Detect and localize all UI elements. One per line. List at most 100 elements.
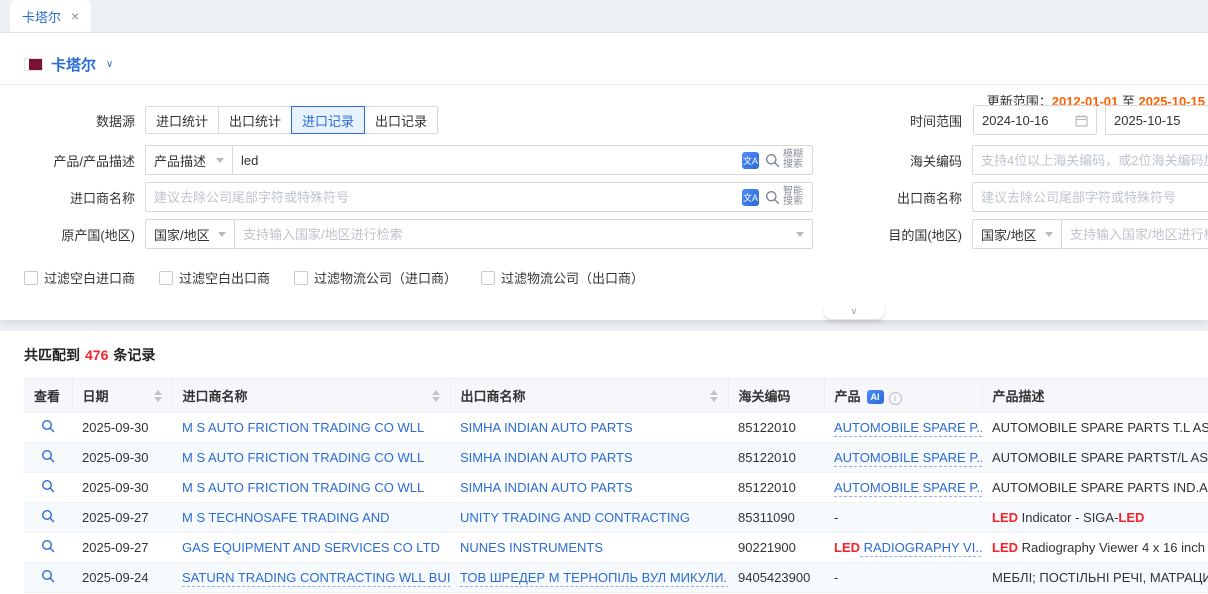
product-cell-text: - bbox=[834, 510, 838, 525]
chevron-down-icon[interactable]: ∨ bbox=[106, 59, 113, 70]
product-cell-text[interactable]: AUTOMOBILE SPARE P... bbox=[834, 450, 982, 467]
origin-label: 原产国(地区) bbox=[24, 225, 135, 244]
importer-link[interactable]: M S AUTO FRICTION TRADING CO WLL bbox=[182, 420, 424, 435]
exporter-link[interactable]: SIMHA INDIAN AUTO PARTS bbox=[460, 420, 633, 435]
exporter-link[interactable]: SIMHA INDIAN AUTO PARTS bbox=[460, 450, 633, 465]
importer-link[interactable]: GAS EQUIPMENT AND SERVICES CO LTD bbox=[182, 540, 440, 555]
hs-code-cell: 9405423900 bbox=[728, 563, 824, 593]
sort-carets-icon[interactable] bbox=[710, 386, 718, 406]
checkbox-label: 过滤物流公司（进口商） bbox=[314, 268, 457, 287]
filter-blank-importer-checkbox[interactable]: 过滤空白进口商 bbox=[24, 268, 135, 287]
exporter-link[interactable]: SIMHA INDIAN AUTO PARTS bbox=[460, 480, 633, 495]
product-cell-text: - bbox=[834, 570, 838, 585]
col-product: 产品AIi bbox=[824, 379, 982, 413]
table-row: 2025-09-27GAS EQUIPMENT AND SERVICES CO … bbox=[24, 533, 1208, 563]
country-header[interactable]: 卡塔尔 ∨ bbox=[24, 49, 113, 79]
source-export-stats-button[interactable]: 出口统计 bbox=[218, 106, 292, 134]
exporter-search-input[interactable] bbox=[981, 190, 1208, 205]
calendar-icon bbox=[1075, 114, 1088, 127]
info-icon[interactable]: i bbox=[889, 392, 902, 405]
fuzzy-search-button[interactable]: 模糊搜索 bbox=[765, 150, 804, 170]
destination-search-box bbox=[1061, 219, 1208, 249]
view-record-icon[interactable] bbox=[41, 449, 55, 466]
hs-code-input[interactable] bbox=[981, 153, 1208, 168]
time-range-row: 时间范围 2024-10-16 2025-10-15 bbox=[850, 105, 1208, 135]
filter-logistics-exporter-checkbox[interactable]: 过滤物流公司（出口商） bbox=[481, 268, 644, 287]
table-row: 2025-09-30 M S AUTO FRICTION TRADING CO W… bbox=[24, 443, 1208, 473]
date-cell: 2025-09-27 bbox=[72, 503, 172, 533]
product-cell: - bbox=[824, 563, 982, 593]
source-import-records-button[interactable]: 进口记录 bbox=[291, 106, 365, 134]
product-cell-text[interactable]: RADIOGRAPHY VI... bbox=[860, 540, 982, 557]
tab-qatar[interactable]: 卡塔尔 × bbox=[10, 0, 91, 32]
tab-close-icon[interactable]: × bbox=[71, 9, 79, 23]
col-date[interactable]: 日期 bbox=[72, 379, 172, 413]
sort-carets-icon[interactable] bbox=[154, 386, 162, 406]
col-exporter[interactable]: 出口商名称 bbox=[450, 379, 728, 413]
product-cell: AUTOMOBILE SPARE P... bbox=[824, 473, 982, 503]
origin-search-input[interactable] bbox=[243, 227, 796, 242]
description-cell-text: МЕБЛІ; ПОСТІЛЬНІ РЕЧІ, МАТРАЦИ,... bbox=[992, 570, 1208, 585]
description-cell-text: LED bbox=[992, 510, 1018, 525]
translate-icon[interactable]: 文A bbox=[742, 189, 759, 206]
importer-search-input[interactable] bbox=[154, 190, 742, 205]
filter-checkbox-row: 过滤空白进口商 过滤空白出口商 过滤物流公司（进口商） 过滤物流公司（出口商） bbox=[24, 268, 644, 287]
view-record-icon[interactable] bbox=[41, 509, 55, 526]
checkbox-label: 过滤空白出口商 bbox=[179, 268, 270, 287]
product-type-select[interactable]: 产品描述 bbox=[145, 145, 233, 175]
exporter-link[interactable]: NUNES INSTRUMENTS bbox=[460, 540, 603, 555]
col-importer[interactable]: 进口商名称 bbox=[172, 379, 450, 413]
filter-logistics-importer-checkbox[interactable]: 过滤物流公司（进口商） bbox=[294, 268, 457, 287]
importer-link[interactable]: M S TECHNOSAFE TRADING AND bbox=[182, 510, 390, 525]
hs-code-cell: 90221900 bbox=[728, 533, 824, 563]
smart-search-button[interactable]: 智能搜索 bbox=[765, 187, 804, 207]
view-record-icon[interactable] bbox=[41, 479, 55, 496]
product-cell: - bbox=[824, 503, 982, 533]
product-cell-text[interactable]: AUTOMOBILE SPARE P... bbox=[834, 480, 982, 497]
smart-search-label: 智能搜索 bbox=[783, 187, 804, 207]
filter-blank-exporter-checkbox[interactable]: 过滤空白出口商 bbox=[159, 268, 270, 287]
view-cell bbox=[24, 533, 72, 563]
view-record-icon[interactable] bbox=[41, 539, 55, 556]
exporter-cell: ТОВ ШРЕДЕР М ТЕРНОПІЛЬ ВУЛ МИКУЛИ... bbox=[450, 563, 728, 593]
chevron-down-icon: ∨ bbox=[851, 306, 858, 317]
importer-link[interactable]: M S AUTO FRICTION TRADING CO WLL bbox=[182, 480, 424, 495]
tab-title: 卡塔尔 bbox=[22, 7, 61, 26]
filter-panel: 卡塔尔 ∨ 更新范围：2012-01-01 至 2025-10-15 数据源 进… bbox=[0, 33, 1208, 320]
hs-code-label: 海关编码 bbox=[850, 151, 962, 170]
importer-cell: M S TECHNOSAFE TRADING AND bbox=[172, 503, 450, 533]
product-label: 产品/产品描述 bbox=[24, 151, 135, 170]
hs-code-box bbox=[972, 145, 1208, 175]
view-record-icon[interactable] bbox=[41, 419, 55, 436]
translate-icon[interactable]: 文A bbox=[742, 152, 759, 169]
product-type-value: 产品描述 bbox=[154, 151, 206, 170]
source-import-stats-button[interactable]: 进口统计 bbox=[145, 106, 219, 134]
exporter-link[interactable]: ТОВ ШРЕДЕР М ТЕРНОПІЛЬ ВУЛ МИКУЛИ... bbox=[460, 570, 728, 587]
sort-carets-icon[interactable] bbox=[432, 386, 440, 406]
product-search-input[interactable] bbox=[241, 153, 742, 168]
exporter-label: 出口商名称 bbox=[850, 188, 962, 207]
origin-mode-select[interactable]: 国家/地区 bbox=[145, 219, 235, 249]
end-date-input[interactable]: 2025-10-15 bbox=[1105, 105, 1208, 135]
origin-row: 原产国(地区) 国家/地区 bbox=[24, 219, 813, 249]
description-cell: AUTOMOBILE SPARE PARTST/L ASSY ... bbox=[982, 443, 1208, 473]
destination-search-input[interactable] bbox=[1070, 227, 1208, 242]
description-cell-text: Radiography Viewer 4 x 16 inch bbox=[1018, 540, 1205, 555]
product-cell-text[interactable]: AUTOMOBILE SPARE P... bbox=[834, 420, 982, 437]
view-record-icon[interactable] bbox=[41, 569, 55, 586]
exporter-cell: SIMHA INDIAN AUTO PARTS bbox=[450, 413, 728, 443]
destination-label: 目的国(地区) bbox=[850, 225, 962, 244]
start-date-input[interactable]: 2024-10-16 bbox=[973, 105, 1097, 135]
date-cell: 2025-09-30 bbox=[72, 443, 172, 473]
product-cell-text: LED bbox=[834, 540, 860, 555]
source-export-records-button[interactable]: 出口记录 bbox=[364, 106, 438, 134]
importer-link[interactable]: M S AUTO FRICTION TRADING CO WLL bbox=[182, 450, 424, 465]
exporter-link[interactable]: UNITY TRADING AND CONTRACTING bbox=[460, 510, 690, 525]
importer-link[interactable]: SATURN TRADING CONTRACTING WLL BUI... bbox=[182, 570, 450, 587]
hs-code-cell: 85122010 bbox=[728, 413, 824, 443]
checkbox-label: 过滤空白进口商 bbox=[44, 268, 135, 287]
collapse-filters-button[interactable]: ∨ bbox=[824, 303, 884, 319]
importer-cell: M S AUTO FRICTION TRADING CO WLL bbox=[172, 473, 450, 503]
view-cell bbox=[24, 563, 72, 593]
destination-mode-select[interactable]: 国家/地区 bbox=[972, 219, 1062, 249]
